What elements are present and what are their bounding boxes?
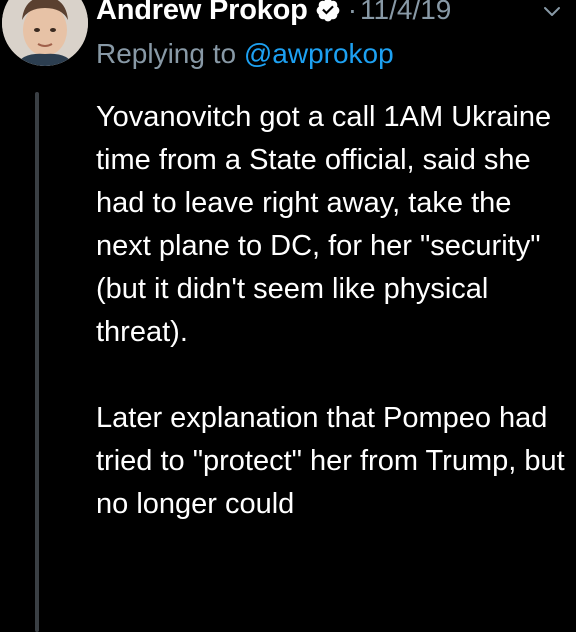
verified-badge-icon xyxy=(315,0,341,23)
tweet-paragraph: Later explanation that Pompeo had tried … xyxy=(96,402,565,520)
thread-line xyxy=(35,92,39,632)
replying-to: Replying to @awprokop xyxy=(96,38,394,70)
tweet-paragraph: Yovanovitch got a call 1AM Ukraine time … xyxy=(96,101,552,348)
separator-dot: · xyxy=(347,0,358,25)
author-name[interactable]: Andrew Prokop xyxy=(96,0,308,27)
tweet: Andrew Prokop · 11/4/19 Replying to @awp… xyxy=(0,0,576,632)
avatar[interactable] xyxy=(2,0,88,66)
reply-prefix: Replying to xyxy=(96,38,244,69)
tweet-header: Andrew Prokop · 11/4/19 xyxy=(96,0,451,30)
tweet-text: Yovanovitch got a call 1AM Ukraine time … xyxy=(96,96,566,526)
chevron-down-icon[interactable] xyxy=(541,0,563,22)
reply-handle-link[interactable]: @awprokop xyxy=(244,38,394,69)
avatar-photo-icon xyxy=(2,0,88,66)
timestamp[interactable]: 11/4/19 xyxy=(360,0,451,26)
